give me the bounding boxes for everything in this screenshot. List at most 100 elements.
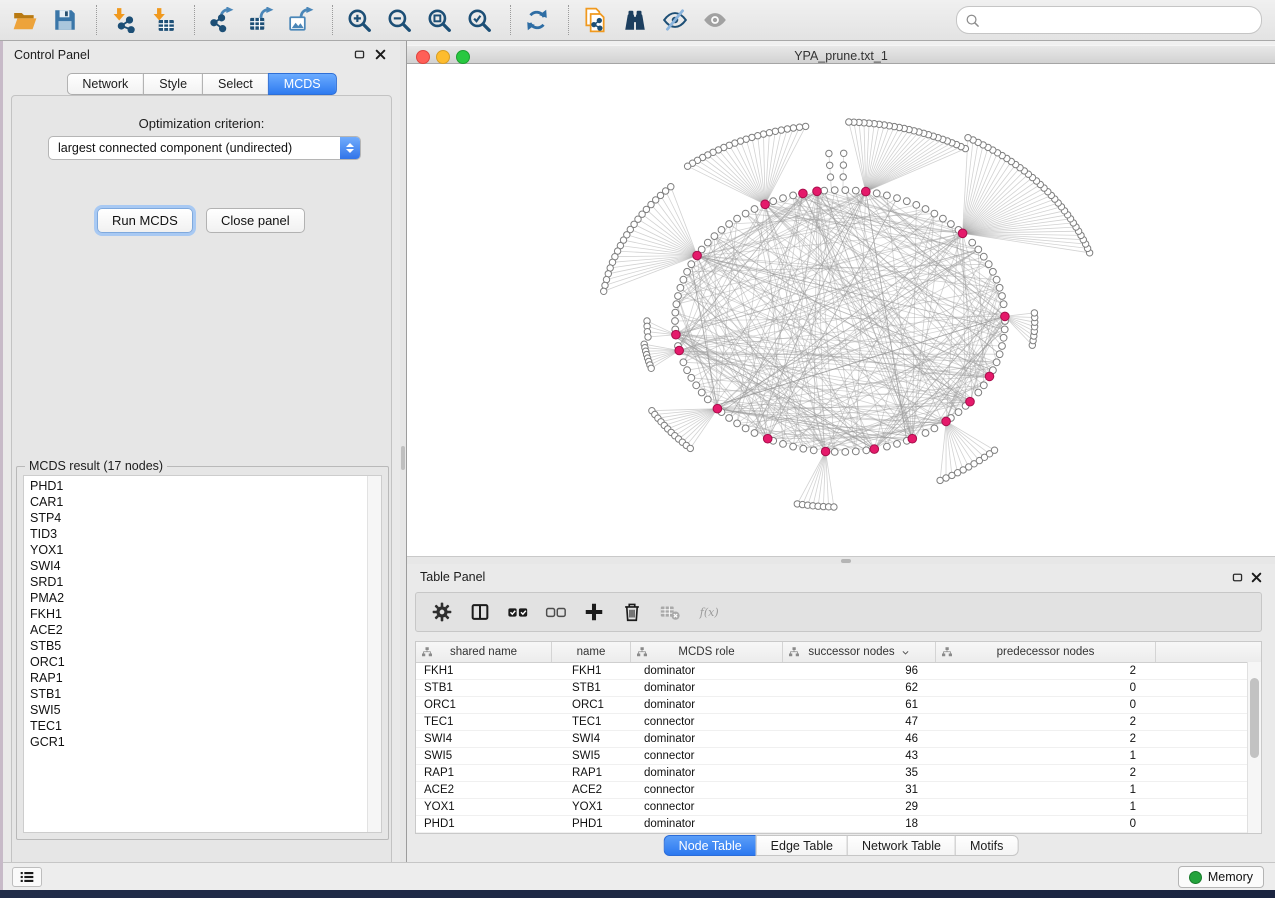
table-row[interactable]: FKH1FKH1dominator962 — [416, 663, 1261, 680]
table-row[interactable]: RAP1RAP1dominator352 — [416, 765, 1261, 782]
hide-details-button[interactable] — [658, 3, 692, 37]
column-settings-button[interactable] — [427, 597, 457, 627]
mcds-node-item[interactable]: PHD1 — [24, 478, 367, 494]
mcds-node-item[interactable]: STP4 — [24, 510, 367, 526]
show-panels-button[interactable] — [12, 867, 42, 887]
tab-edge-table[interactable]: Edge Table — [756, 835, 847, 856]
mcds-node-item[interactable]: TID3 — [24, 526, 367, 542]
control-panel-close-button[interactable] — [373, 47, 388, 62]
find-button[interactable] — [618, 3, 652, 37]
tab-mcds[interactable]: MCDS — [268, 73, 337, 95]
memory-button[interactable]: Memory — [1178, 866, 1264, 888]
mcds-node-item[interactable]: SWI4 — [24, 558, 367, 574]
mcds-node-item[interactable]: RAP1 — [24, 670, 367, 686]
create-column-button[interactable] — [579, 597, 609, 627]
open-file-button[interactable] — [8, 3, 42, 37]
table-scrollbar[interactable] — [1247, 662, 1261, 833]
search-box[interactable] — [956, 6, 1262, 34]
network-graph[interactable] — [407, 64, 1275, 556]
memory-label: Memory — [1208, 870, 1253, 884]
mcds-node-item[interactable]: FKH1 — [24, 606, 367, 622]
column-header-shared-name[interactable]: shared name — [416, 642, 552, 662]
table-row[interactable]: SWI4SWI4dominator462 — [416, 731, 1261, 748]
network-window-titlebar[interactable]: YPA_prune.txt_1 — [407, 45, 1275, 64]
search-input[interactable] — [985, 12, 1253, 28]
deselect-all-button[interactable] — [541, 597, 571, 627]
table-row[interactable]: TEC1TEC1connector472 — [416, 714, 1261, 731]
import-table-button[interactable] — [146, 3, 180, 37]
column-label: predecessor nodes — [997, 646, 1095, 658]
tab-node-table[interactable]: Node Table — [664, 835, 756, 856]
eye-gray-icon — [702, 7, 728, 33]
table-panel: Table Panel shared namenameMCDS rolesucc… — [407, 564, 1275, 862]
table-panel-close-button[interactable] — [1249, 570, 1264, 585]
control-panel-header: Control Panel — [3, 41, 400, 67]
column-header-successor-nodes[interactable]: successor nodes — [783, 642, 936, 662]
table-cell: 96 — [783, 665, 936, 677]
mcds-node-item[interactable]: ORC1 — [24, 654, 367, 670]
table-row[interactable]: PHD1PHD1dominator180 — [416, 816, 1261, 833]
mcds-node-item[interactable]: GCR1 — [24, 734, 367, 750]
save-session-button[interactable] — [48, 3, 82, 37]
mcds-node-item[interactable]: STB1 — [24, 686, 367, 702]
horizontal-splitter[interactable] — [407, 556, 1275, 564]
export-image-button[interactable] — [284, 3, 318, 37]
import-network-button[interactable] — [106, 3, 140, 37]
column-header-name[interactable]: name — [552, 642, 631, 662]
mcds-node-item[interactable]: CAR1 — [24, 494, 367, 510]
tab-select[interactable]: Select — [202, 73, 268, 95]
toolbar-separator — [96, 5, 98, 35]
table-panel-float-button[interactable] — [1230, 570, 1245, 585]
mcds-node-item[interactable]: SWI5 — [24, 702, 367, 718]
gear-icon — [431, 601, 453, 623]
mcds-list-scrollbar[interactable] — [367, 476, 381, 832]
export-table-button[interactable] — [244, 3, 278, 37]
delete-rows-button[interactable] — [617, 597, 647, 627]
mcds-node-item[interactable]: ACE2 — [24, 622, 367, 638]
table-row[interactable]: STB1STB1dominator620 — [416, 680, 1261, 697]
column-header-predecessor-nodes[interactable]: predecessor nodes — [936, 642, 1156, 662]
function-builder-button[interactable] — [693, 597, 723, 627]
mcds-node-item[interactable]: SRD1 — [24, 574, 367, 590]
clone-network-button[interactable] — [578, 3, 612, 37]
table-row[interactable]: ORC1ORC1dominator610 — [416, 697, 1261, 714]
column-header-MCDS-role[interactable]: MCDS role — [631, 642, 783, 662]
zoom-fit-icon — [426, 7, 452, 33]
mcds-node-item[interactable]: STB5 — [24, 638, 367, 654]
table-scrollbar-thumb[interactable] — [1250, 678, 1259, 758]
splitter-grip[interactable] — [841, 559, 851, 563]
vertical-splitter[interactable] — [400, 41, 407, 862]
tab-motifs[interactable]: Motifs — [955, 835, 1018, 856]
mcds-node-item[interactable]: YOX1 — [24, 542, 367, 558]
toolbar-separator — [194, 5, 196, 35]
table-row[interactable]: ACE2ACE2connector311 — [416, 782, 1261, 799]
mcds-node-item[interactable]: PMA2 — [24, 590, 367, 606]
delete-column-button[interactable] — [655, 597, 685, 627]
table-cell: 0 — [936, 818, 1156, 830]
table-row[interactable]: SWI5SWI5connector431 — [416, 748, 1261, 765]
select-all-button[interactable] — [503, 597, 533, 627]
toggle-panel-view-button[interactable] — [465, 597, 495, 627]
mcds-node-item[interactable]: TEC1 — [24, 718, 367, 734]
close-panel-button[interactable]: Close panel — [206, 208, 305, 233]
table-cell: 18 — [783, 818, 936, 830]
network-canvas[interactable] — [407, 64, 1275, 556]
zoom-fit-button[interactable] — [422, 3, 456, 37]
node-table[interactable]: shared namenameMCDS rolesuccessor nodes p… — [415, 641, 1262, 834]
zoom-out-button[interactable] — [382, 3, 416, 37]
splitter-grip[interactable] — [401, 446, 405, 470]
zoom-selected-icon — [466, 7, 492, 33]
optimization-criterion-select[interactable]: largest connected component (undirected) — [48, 136, 361, 160]
run-mcds-button[interactable]: Run MCDS — [97, 208, 193, 233]
control-panel-float-button[interactable] — [352, 47, 367, 62]
tab-network-table[interactable]: Network Table — [847, 835, 955, 856]
apply-layout-button[interactable] — [520, 3, 554, 37]
table-row[interactable]: YOX1YOX1connector291 — [416, 799, 1261, 816]
tab-network[interactable]: Network — [66, 73, 143, 95]
mcds-result-list[interactable]: PHD1CAR1STP4TID3YOX1SWI4SRD1PMA2FKH1ACE2… — [23, 475, 382, 833]
zoom-selected-button[interactable] — [462, 3, 496, 37]
show-details-button[interactable] — [698, 3, 732, 37]
tab-style[interactable]: Style — [143, 73, 202, 95]
export-network-button[interactable] — [204, 3, 238, 37]
zoom-in-button[interactable] — [342, 3, 376, 37]
